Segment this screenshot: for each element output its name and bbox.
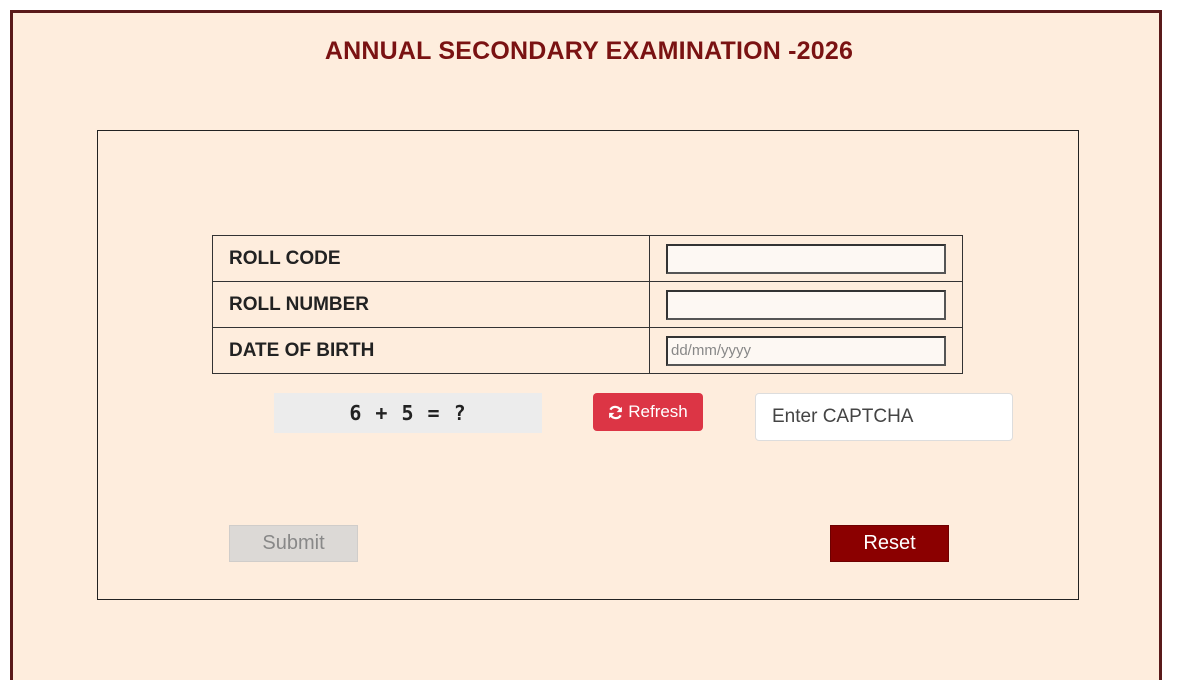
refresh-label: Refresh xyxy=(628,402,688,421)
refresh-icon xyxy=(608,405,623,420)
captcha-question: 6 + 5 = ? xyxy=(274,393,542,433)
roll-number-label: ROLL NUMBER xyxy=(212,281,650,328)
captcha-input[interactable] xyxy=(755,393,1013,441)
roll-number-input[interactable] xyxy=(666,289,946,320)
submit-button[interactable]: Submit xyxy=(229,525,358,562)
table-row: ROLL CODE xyxy=(212,235,963,282)
refresh-captcha-button[interactable]: Refresh xyxy=(593,393,703,431)
table-row: ROLL NUMBER xyxy=(212,281,963,328)
page-container: ANNUAL SECONDARY EXAMINATION -2026 ROLL … xyxy=(10,10,1162,680)
roll-code-label: ROLL CODE xyxy=(212,235,650,282)
date-of-birth-input[interactable] xyxy=(666,335,946,366)
credentials-table: ROLL CODE ROLL NUMBER DATE OF BIRTH xyxy=(212,235,963,374)
roll-code-input[interactable] xyxy=(666,243,946,274)
page-title: ANNUAL SECONDARY EXAMINATION -2026 xyxy=(324,37,854,65)
login-form: ROLL CODE ROLL NUMBER DATE OF BIRTH 6 + … xyxy=(97,130,1079,600)
table-row: DATE OF BIRTH xyxy=(212,327,963,374)
reset-button[interactable]: Reset xyxy=(830,525,949,562)
date-of-birth-label: DATE OF BIRTH xyxy=(212,327,650,374)
